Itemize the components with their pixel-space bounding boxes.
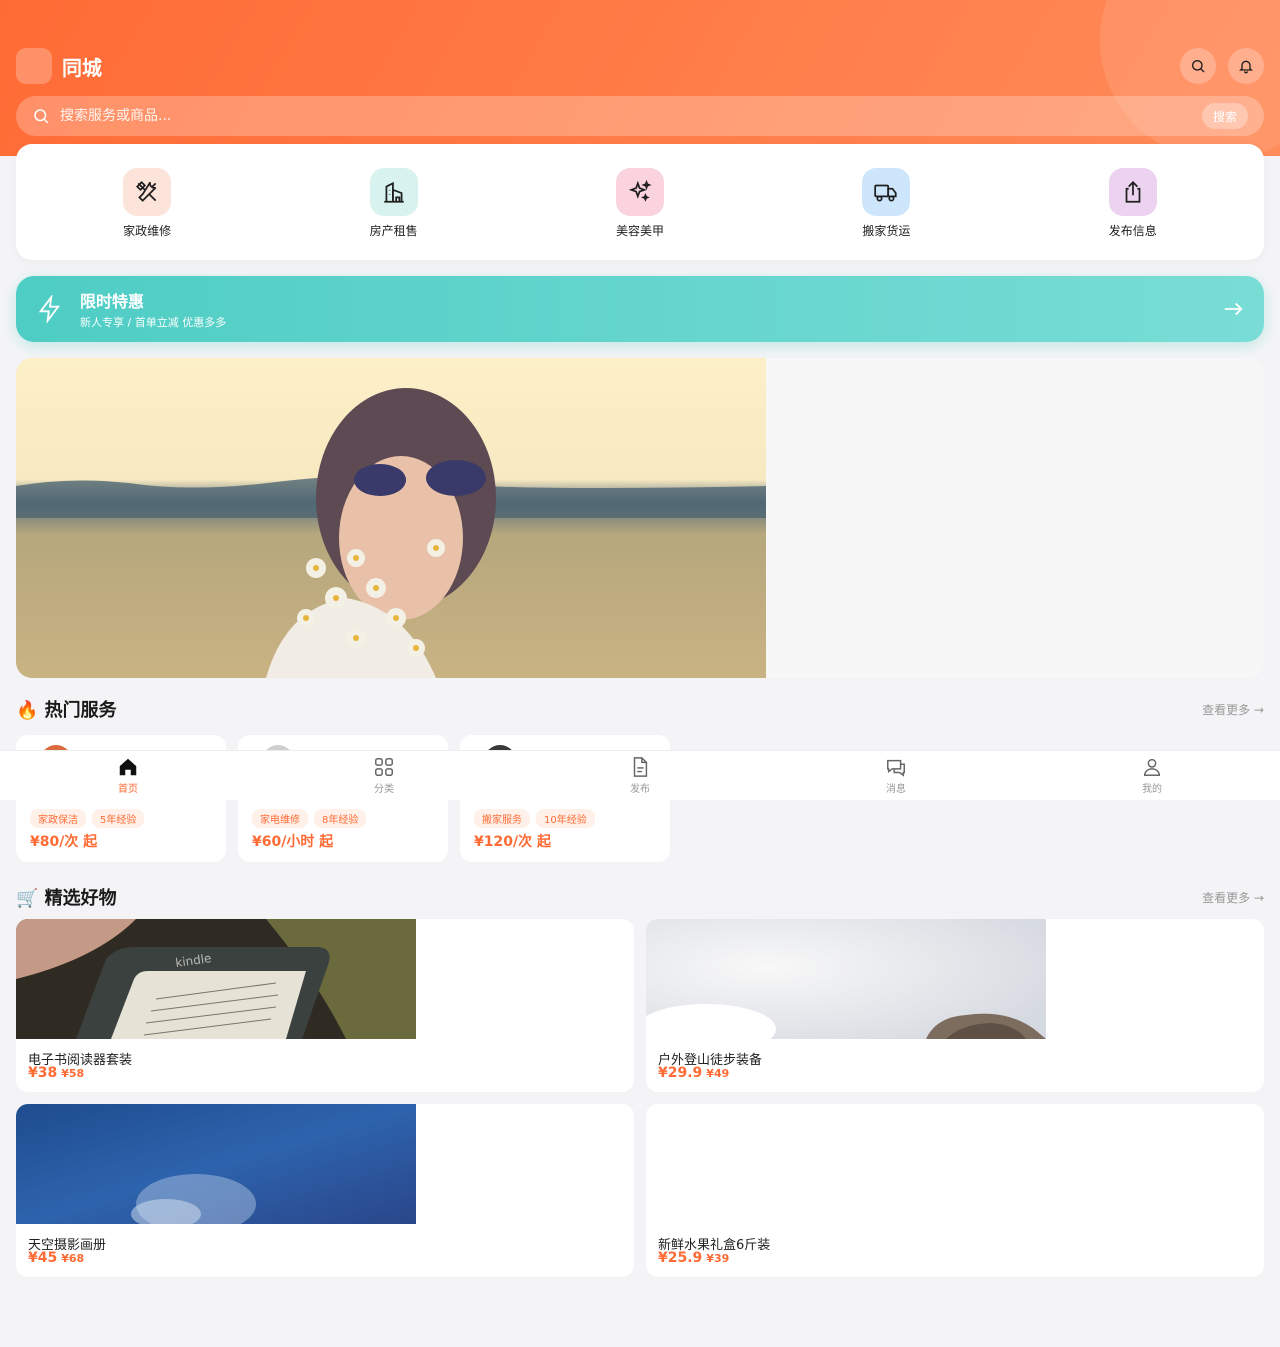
promo-banner[interactable]: 限时特惠 新人专享 / 首单立减 优惠多多 xyxy=(16,276,1264,342)
bottom-tab-bar: 首页 分类 发布 消息 我的 xyxy=(0,750,1280,800)
service-price: ¥80/次 起 xyxy=(30,834,98,850)
service-price: ¥120/次 起 xyxy=(474,834,551,850)
share-icon xyxy=(1108,168,1157,216)
search-icon xyxy=(34,109,49,124)
tab-home[interactable]: 首页 xyxy=(0,751,256,800)
notification-button[interactable] xyxy=(1228,48,1264,84)
category-panel: 家政维修 房产租售 美容美甲 搬家货运 发布信息 xyxy=(16,144,1264,260)
product-price: ¥38 ¥58 xyxy=(28,1065,84,1081)
grid-icon xyxy=(375,758,393,776)
search-submit-button[interactable]: 搜索 xyxy=(1202,103,1248,129)
tab-publish[interactable]: 发布 xyxy=(512,751,768,800)
category-label: 搬家货运 xyxy=(862,224,911,238)
tools-icon xyxy=(123,168,172,216)
product-card[interactable]: 户外登山徒步装备 ¥29.9 ¥49 xyxy=(646,919,1264,1092)
search-input[interactable] xyxy=(60,108,1202,124)
search-bar[interactable]: 搜索 xyxy=(16,96,1264,136)
top-bar: 同城 xyxy=(16,48,1264,84)
category-label: 发布信息 xyxy=(1108,224,1157,238)
service-tag: 家政保洁 xyxy=(30,809,86,828)
truck-icon xyxy=(862,168,911,216)
tab-category[interactable]: 分类 xyxy=(256,751,512,800)
tab-profile[interactable]: 我的 xyxy=(1024,751,1280,800)
category-item[interactable]: 发布信息 xyxy=(1053,144,1213,260)
category-item[interactable]: 房产租售 xyxy=(314,144,474,260)
current-price: ¥45 xyxy=(28,1250,58,1266)
tab-label: 消息 xyxy=(886,784,906,795)
products-header: 🛒 精选好物 查看更多 → xyxy=(16,885,1264,909)
location-icon xyxy=(16,48,52,84)
service-tag: 家电维修 xyxy=(252,809,308,828)
product-card[interactable]: 新鲜水果礼盒6斤装 ¥25.9 ¥39 xyxy=(646,1104,1264,1277)
promo-subtitle: 新人专享 / 首单立减 优惠多多 xyxy=(80,316,227,329)
user-icon xyxy=(1143,758,1161,776)
document-icon xyxy=(633,757,648,777)
hot-services-header: 🔥 热门服务 查看更多 → xyxy=(16,697,1264,721)
current-price: ¥38 xyxy=(28,1065,58,1081)
category-label: 房产租售 xyxy=(369,224,418,238)
building-icon xyxy=(369,168,418,216)
product-price: ¥25.9 ¥39 xyxy=(658,1250,729,1266)
view-more-link[interactable]: 查看更多 → xyxy=(1202,701,1264,718)
tab-messages[interactable]: 消息 xyxy=(768,751,1024,800)
original-price: ¥39 xyxy=(706,1252,730,1265)
banner-carousel[interactable] xyxy=(16,358,1264,678)
product-price: ¥45 ¥68 xyxy=(28,1250,84,1266)
original-price: ¥58 xyxy=(61,1067,85,1080)
lightning-icon xyxy=(38,295,61,323)
product-image xyxy=(646,1104,1046,1224)
brand-name: 同城 xyxy=(62,55,102,80)
category-label: 家政维修 xyxy=(123,224,172,238)
brand[interactable]: 同城 xyxy=(16,48,102,84)
banner-image xyxy=(16,358,766,678)
category-item[interactable]: 美容美甲 xyxy=(560,144,720,260)
service-tags: 家政保洁 5年经验 xyxy=(30,809,145,828)
service-tags: 家电维修 8年经验 xyxy=(252,809,367,828)
original-price: ¥49 xyxy=(706,1067,730,1080)
chat-icon xyxy=(887,759,905,777)
arrow-right-icon[interactable] xyxy=(1222,298,1244,320)
service-tag: 搬家服务 xyxy=(474,809,530,828)
tab-label: 首页 xyxy=(118,784,138,795)
bell-icon xyxy=(1239,60,1253,74)
product-image xyxy=(16,1104,416,1224)
product-card[interactable]: kindle 电子书阅读器套装 ¥38 ¥58 xyxy=(16,919,634,1092)
current-price: ¥25.9 xyxy=(658,1250,703,1266)
sparkles-icon xyxy=(615,168,664,216)
top-actions xyxy=(1180,48,1264,84)
service-tags: 搬家服务 10年经验 xyxy=(474,809,595,828)
product-card[interactable]: 天空摄影画册 ¥45 ¥68 xyxy=(16,1104,634,1277)
search-button[interactable] xyxy=(1180,48,1216,84)
product-image: kindle xyxy=(16,919,416,1039)
promo-title: 限时特惠 xyxy=(80,292,145,311)
experience-tag: 8年经验 xyxy=(314,809,367,828)
tab-label: 分类 xyxy=(374,784,394,795)
search-icon xyxy=(1192,59,1205,73)
home-icon xyxy=(119,758,137,776)
section-title: 🔥 热门服务 xyxy=(16,700,117,721)
current-price: ¥29.9 xyxy=(658,1065,703,1081)
product-price: ¥29.9 ¥49 xyxy=(658,1065,729,1081)
view-more-link[interactable]: 查看更多 → xyxy=(1202,889,1264,906)
category-item[interactable]: 家政维修 xyxy=(67,144,227,260)
category-label: 美容美甲 xyxy=(615,224,664,238)
tab-label: 我的 xyxy=(1142,784,1162,795)
service-price: ¥60/小时 起 xyxy=(252,834,334,850)
experience-tag: 10年经验 xyxy=(536,809,595,828)
section-title: 🛒 精选好物 xyxy=(16,888,117,909)
original-price: ¥68 xyxy=(61,1252,85,1265)
promo-text: 限时特惠 新人专享 / 首单立减 优惠多多 xyxy=(80,288,1222,330)
experience-tag: 5年经验 xyxy=(92,809,145,828)
tab-label: 发布 xyxy=(630,784,650,795)
product-image xyxy=(646,919,1046,1039)
category-item[interactable]: 搬家货运 xyxy=(806,144,966,260)
